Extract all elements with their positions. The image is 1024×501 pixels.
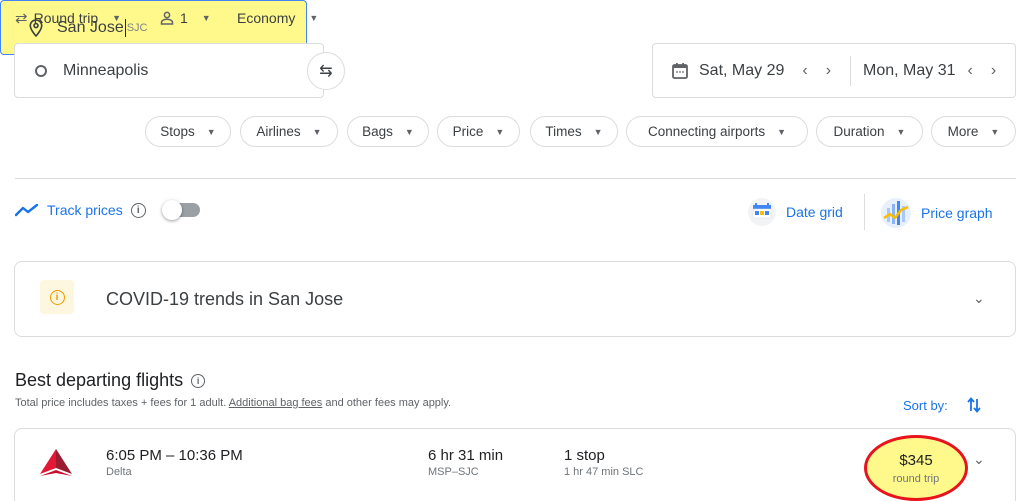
cabin-class-select[interactable]: Economy ▼ [237, 8, 318, 28]
filter-label: More [947, 124, 979, 139]
price-graph-button[interactable]: Price graph [881, 198, 993, 228]
passengers-select[interactable]: 1 ▼ [160, 8, 211, 28]
filter-label: Times [545, 124, 582, 139]
track-prices-toggle[interactable] [161, 200, 200, 220]
date-grid-label: Date grid [786, 204, 843, 220]
caret-down-icon: ▼ [206, 126, 216, 137]
chevron-down-icon[interactable]: ⌄ [973, 290, 985, 307]
caret-down-icon: ▼ [593, 126, 603, 137]
flight-price: $345 [899, 451, 933, 469]
view-separator [864, 194, 865, 230]
results-title: Best departing flights [15, 370, 184, 390]
caret-down-icon: ▼ [777, 126, 786, 137]
filter-label: Connecting airports [648, 124, 766, 139]
return-date: Mon, May 31 [863, 61, 956, 79]
filter-stops[interactable]: Stops ▼ [145, 116, 231, 147]
origin-circle-icon [35, 64, 47, 77]
caret-down-icon: ▼ [896, 126, 906, 137]
filter-connecting-airports[interactable]: Connecting airports ▼ [626, 116, 808, 147]
swap-button[interactable]: ⇆ [307, 52, 345, 90]
date-grid-button[interactable]: Date grid [748, 198, 843, 226]
flight-duration: 6 hr 31 min [428, 447, 504, 464]
filter-price[interactable]: Price ▼ [437, 116, 520, 147]
date-picker: Sat, May 29 ‹ › Mon, May 31 ‹ › [652, 43, 1016, 98]
filter-duration[interactable]: Duration ▼ [816, 116, 923, 147]
info-icon: i [49, 289, 65, 305]
destination-code: SJC [126, 21, 148, 34]
sort-arrows-icon [967, 397, 981, 413]
section-divider [15, 178, 1016, 179]
filter-label: Price [452, 124, 484, 139]
return-next-icon[interactable]: › [991, 62, 996, 80]
subtitle-text: Total price includes taxes + fees for 1 … [15, 397, 229, 409]
track-prices: Track prices i [15, 200, 200, 220]
date-grid-icon [748, 198, 776, 226]
person-icon [160, 11, 174, 25]
covid-info-badge: i [40, 280, 74, 314]
depart-date: Sat, May 29 [699, 61, 785, 79]
depart-date-field[interactable]: Sat, May 29 ‹ › [653, 62, 850, 80]
delta-logo-icon [40, 449, 72, 476]
origin-input[interactable]: Minneapolis [14, 43, 324, 98]
depart-prev-icon[interactable]: ‹ [802, 62, 807, 80]
caret-down-icon: ▼ [309, 13, 319, 23]
caret-down-icon: ▼ [201, 13, 211, 23]
expand-chevron-icon[interactable]: ⌄ [973, 451, 985, 468]
filter-more[interactable]: More ▼ [931, 116, 1016, 147]
filter-bags[interactable]: Bags ▼ [347, 116, 429, 147]
caret-down-icon: ▼ [404, 126, 414, 137]
caret-down-icon: ▼ [495, 126, 505, 137]
sort-by-button[interactable]: Sort by: [903, 396, 982, 414]
price-graph-icon [881, 198, 911, 228]
info-icon[interactable]: i [130, 202, 146, 218]
bag-fees-link[interactable]: Additional bag fees [229, 397, 323, 409]
filter-airlines[interactable]: Airlines ▼ [240, 116, 338, 147]
price-graph-label: Price graph [921, 205, 993, 221]
return-prev-icon[interactable]: ‹ [967, 62, 972, 80]
filter-label: Duration [833, 124, 885, 139]
flight-layover: 1 hr 47 min SLC [564, 466, 644, 478]
flight-stops: 1 stop [564, 447, 605, 464]
trip-type-select[interactable]: ⇄ Round trip ▼ [15, 8, 121, 28]
caret-down-icon: ▼ [990, 126, 1000, 137]
info-icon[interactable]: i [191, 373, 206, 388]
flight-result-row[interactable]: 6:05 PM – 10:36 PM Delta 6 hr 31 min MSP… [14, 428, 1016, 501]
swap-arrows-icon: ⇄ [15, 10, 28, 27]
calendar-icon [672, 62, 688, 79]
filter-label: Bags [362, 124, 393, 139]
text-cursor [124, 18, 126, 37]
track-prices-label: Track prices [47, 202, 123, 218]
filter-times[interactable]: Times ▼ [530, 116, 618, 147]
flight-route: MSP–SJC [428, 466, 479, 478]
depart-next-icon[interactable]: › [826, 62, 831, 80]
sort-by-label: Sort by: [903, 397, 948, 413]
covid-trends-title: COVID-19 trends in San Jose [106, 289, 344, 309]
toggle-knob [161, 200, 182, 220]
covid-trends-card[interactable]: i COVID-19 trends in San Jose ⌄ [14, 261, 1016, 337]
filter-label: Airlines [256, 124, 301, 139]
caret-down-icon: ▼ [312, 126, 322, 137]
price-type: round trip [892, 472, 940, 485]
swap-icon: ⇆ [319, 63, 333, 80]
origin-value: Minneapolis [63, 61, 149, 79]
flight-times: 6:05 PM – 10:36 PM [106, 447, 243, 464]
trend-line-icon [15, 203, 39, 217]
price-highlight-annotation: $345 round trip [864, 435, 968, 501]
caret-down-icon: ▼ [112, 13, 122, 23]
trip-type-label: Round trip [33, 10, 99, 26]
subtitle-text: and other fees may apply. [322, 397, 452, 409]
results-subtitle: Total price includes taxes + fees for 1 … [15, 397, 451, 409]
return-date-field[interactable]: Mon, May 31 ‹ › [851, 62, 996, 80]
results-heading: Best departing flights i [15, 370, 206, 391]
filter-label: Stops [160, 124, 195, 139]
flight-airline: Delta [106, 466, 132, 478]
passengers-count: 1 [180, 10, 188, 26]
cabin-class-label: Economy [237, 10, 296, 26]
